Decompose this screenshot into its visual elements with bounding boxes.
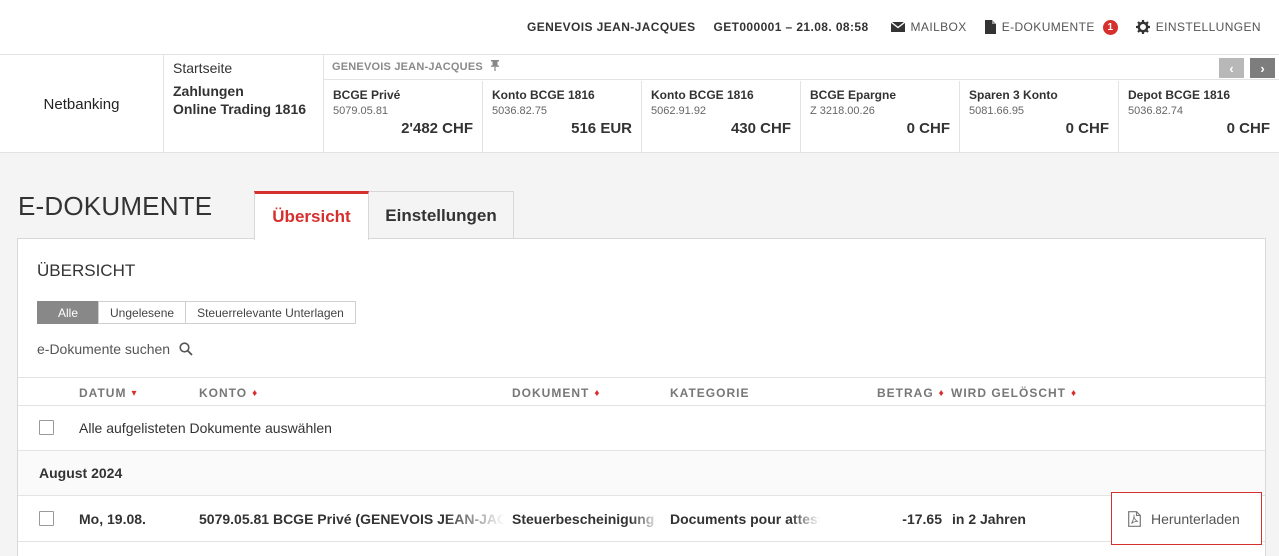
panel-title: ÜBERSICHT (37, 261, 136, 280)
account-name: Konto BCGE 1816 (492, 88, 595, 102)
account-number: 5081.66.95 (969, 105, 1025, 117)
search-label: e-Dokumente suchen (37, 341, 171, 357)
account-name: Konto BCGE 1816 (651, 88, 754, 102)
account-number: 5079.05.81 (333, 105, 389, 117)
edocs-link[interactable]: E-DOKUMENTE 1 (984, 19, 1118, 35)
select-all-checkbox[interactable] (39, 420, 54, 435)
sort-icon: ♦ (594, 387, 600, 399)
account-balance: 2'482 CHF (401, 120, 473, 137)
online-trading-link[interactable]: Online Trading 1816 (173, 100, 323, 118)
account-number: 5036.82.74 (1128, 105, 1184, 117)
row-amount: -17.65 (902, 511, 942, 527)
account-name: BCGE Privé (333, 88, 401, 102)
table-header: DATUM ▾ KONTO ♦ DOKUMENT ♦ KATEGORIE BET… (18, 377, 1265, 406)
envelope-icon (890, 22, 905, 32)
top-bar: GENEVOIS JEAN-JACQUES GET000001 – 21.08.… (0, 0, 1279, 54)
accounts-prev-button[interactable]: ‹ (1219, 58, 1244, 78)
accounts-next-button[interactable]: › (1250, 58, 1275, 78)
filter-group: Alle Ungelesene Steuerrelevante Unterlag… (37, 301, 356, 324)
account-owner: GENEVOIS JEAN-JACQUES (332, 61, 483, 73)
select-all-label[interactable]: Alle aufgelisteten Dokumente auswählen (79, 420, 332, 436)
document-icon (984, 20, 996, 34)
account-tile[interactable]: Sparen 3 Konto 5081.66.95 0 CHF (960, 81, 1119, 153)
account-balance: 0 CHF (1226, 120, 1270, 137)
column-account[interactable]: KONTO ♦ (199, 386, 257, 400)
sort-icon: ♦ (252, 387, 258, 399)
select-all-row: Alle aufgelisteten Dokumente auswählen (18, 406, 1265, 451)
search-documents[interactable]: e-Dokumente suchen (37, 341, 193, 357)
account-name: BCGE Epargne (810, 88, 897, 102)
column-document[interactable]: DOKUMENT ♦ (512, 386, 599, 400)
account-name: Depot BCGE 1816 (1128, 88, 1231, 102)
quick-links: Startseite Zahlungen Online Trading 1816 (164, 55, 324, 153)
tab-settings[interactable]: Einstellungen (368, 191, 514, 239)
table-row[interactable]: Mo, 19.08. 5079.05.81 BCGE Privé (GENEVO… (18, 492, 1265, 545)
tab-overview[interactable]: Übersicht (254, 191, 369, 240)
column-account-label: KONTO (199, 386, 248, 400)
row-checkbox[interactable] (39, 511, 54, 526)
filter-all-button[interactable]: Alle (37, 301, 100, 324)
start-page-link[interactable]: Startseite (173, 60, 323, 76)
account-balance: 0 CHF (1065, 120, 1109, 137)
payments-link[interactable]: Zahlungen (173, 82, 323, 100)
search-icon (179, 342, 193, 356)
sort-icon: ♦ (1071, 387, 1077, 399)
settings-link[interactable]: EINSTELLUNGEN (1135, 20, 1261, 34)
month-group-label: August 2024 (39, 465, 123, 481)
download-button[interactable]: Herunterladen (1111, 492, 1262, 545)
column-deleted[interactable]: WIRD GELÖSCHT ♦ (951, 386, 1076, 400)
edocs-label: E-DOKUMENTE (1001, 20, 1095, 34)
edocs-badge: 1 (1102, 19, 1118, 35)
mailbox-link[interactable]: MAILBOX (890, 20, 967, 34)
column-date-label: DATUM (79, 386, 127, 400)
row-deleted: in 2 Jahren (952, 511, 1026, 527)
column-amount-label: BETRAG (877, 386, 934, 400)
account-number: 5062.91.92 (651, 105, 707, 117)
column-category-label: KATEGORIE (670, 386, 750, 400)
user-name: GENEVOIS JEAN-JACQUES (527, 20, 696, 34)
pdf-icon (1128, 510, 1141, 527)
column-category: KATEGORIE (670, 386, 749, 400)
column-date[interactable]: DATUM ▾ (79, 386, 136, 400)
pin-icon[interactable] (490, 60, 499, 74)
account-name: Sparen 3 Konto (969, 88, 1058, 102)
account-strip: Netbanking Startseite Zahlungen Online T… (0, 54, 1279, 153)
account-tile[interactable]: BCGE Privé 5079.05.81 2'482 CHF (324, 81, 483, 153)
row-date: Mo, 19.08. (79, 511, 146, 527)
filter-unread-button[interactable]: Ungelesene (98, 301, 187, 324)
page-title: E-DOKUMENTE (18, 191, 213, 221)
row-category: Documents pour attestation (670, 511, 820, 527)
account-tile[interactable]: Konto BCGE 1816 5036.82.75 516 EUR (483, 81, 642, 153)
column-amount[interactable]: BETRAG ♦ (877, 386, 944, 400)
month-group-header: August 2024 (18, 451, 1265, 496)
account-number: Z 3218.00.26 (810, 105, 875, 117)
column-document-label: DOKUMENT (512, 386, 590, 400)
netbanking-brand[interactable]: Netbanking (0, 55, 164, 153)
account-balance: 0 CHF (906, 120, 950, 137)
account-tile[interactable]: Depot BCGE 1816 5036.82.74 0 CHF (1119, 81, 1279, 153)
gear-icon (1135, 20, 1150, 34)
sort-desc-icon: ▾ (131, 387, 137, 399)
account-tile[interactable]: Konto BCGE 1816 5062.91.92 430 CHF (642, 81, 801, 153)
column-deleted-label: WIRD GELÖSCHT (951, 386, 1066, 400)
account-balance: 516 EUR (571, 120, 632, 137)
mailbox-label: MAILBOX (910, 20, 967, 34)
settings-label: EINSTELLUNGEN (1155, 20, 1261, 34)
row-document: Steuerbescheinigung (512, 511, 655, 527)
row-account: 5079.05.81 BCGE Privé (GENEVOIS JEAN-JAC… (199, 511, 505, 527)
account-number: 5036.82.75 (492, 105, 548, 117)
filter-tax-button[interactable]: Steuerrelevante Unterlagen (185, 301, 356, 324)
account-tile[interactable]: BCGE Epargne Z 3218.00.26 0 CHF (801, 81, 960, 153)
account-balance: 430 CHF (730, 120, 791, 137)
download-label: Herunterladen (1151, 510, 1240, 527)
sort-icon: ♦ (938, 387, 944, 399)
overview-panel: ÜBERSICHT Alle Ungelesene Steuerrelevant… (17, 238, 1266, 556)
account-owner-header: GENEVOIS JEAN-JACQUES (324, 55, 1279, 80)
session-info: GET000001 – 21.08. 08:58 (713, 20, 869, 34)
